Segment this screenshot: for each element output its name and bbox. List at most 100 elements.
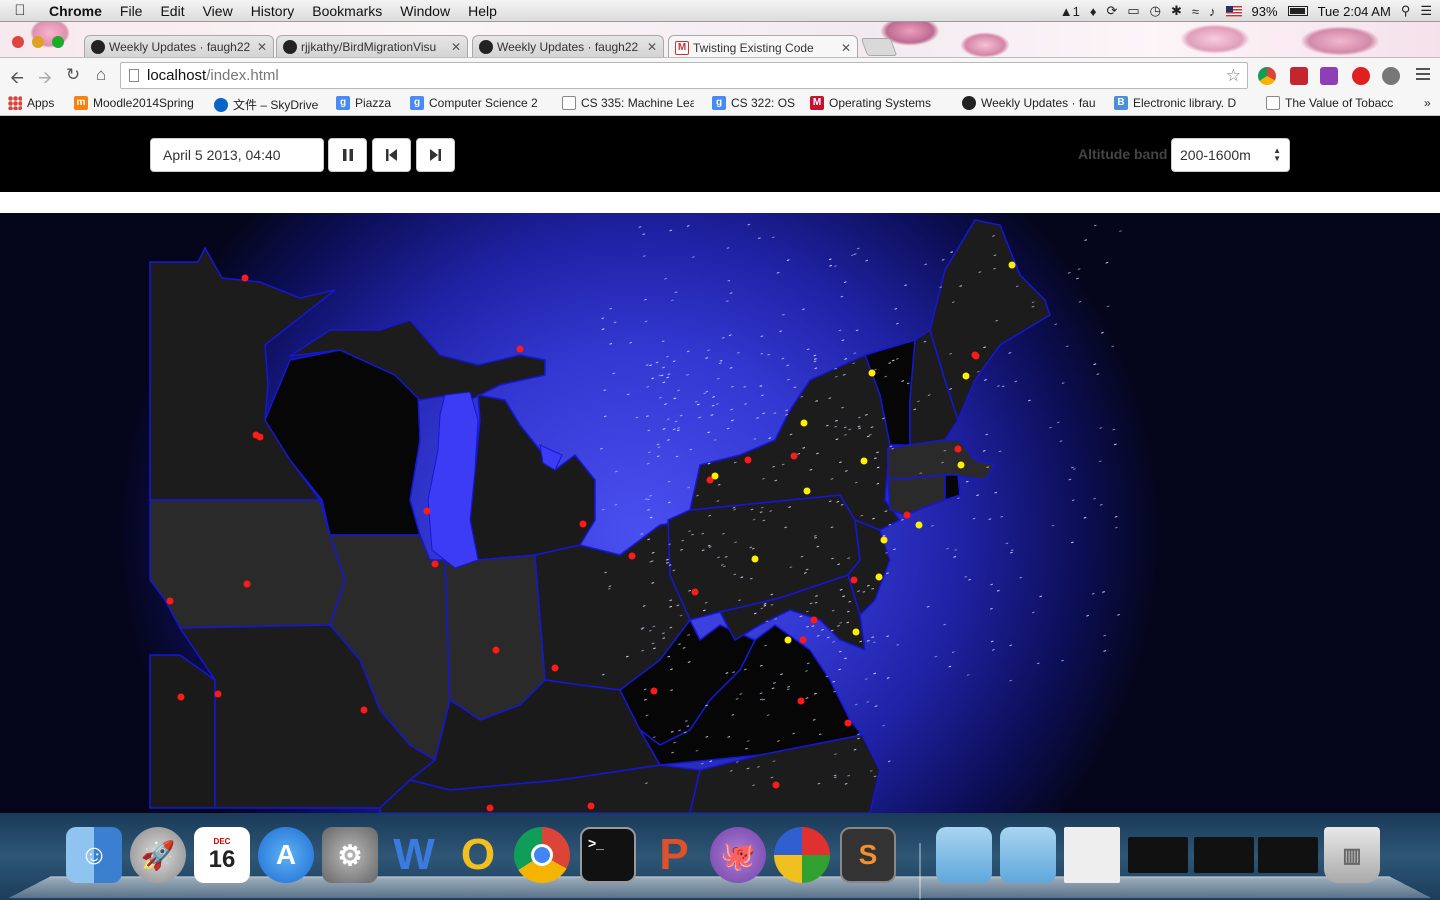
address-bar[interactable]: localhost/index.html ☆ (120, 62, 1248, 89)
radar-site-marker[interactable] (744, 456, 752, 464)
radar-site-marker[interactable] (850, 576, 858, 584)
radar-site-marker[interactable] (587, 802, 595, 810)
volume-icon[interactable]: ♪ (1209, 4, 1216, 19)
minimize-window-button[interactable] (32, 36, 44, 48)
bookmark-weekly-updates[interactable]: Weekly Updates · fau (962, 96, 1100, 110)
bookmark-cs322[interactable]: g CS 322: OS (712, 96, 798, 110)
menu-edit[interactable]: Edit (151, 3, 193, 19)
close-tab-icon[interactable]: ✕ (647, 40, 657, 54)
menu-app-name[interactable]: Chrome (40, 3, 111, 19)
radar-site-marker[interactable] (214, 690, 222, 698)
chrome-menu-icon[interactable] (1416, 68, 1430, 83)
notification-bell-icon[interactable]: ♦ (1090, 4, 1097, 19)
menu-history[interactable]: History (242, 3, 304, 19)
outlook-icon[interactable]: O (450, 827, 506, 883)
extension-lastpass-icon[interactable] (1290, 67, 1308, 85)
finder-icon[interactable]: ☺ (66, 827, 122, 883)
radar-site-marker[interactable] (579, 520, 587, 528)
terminal-icon[interactable]: >_ (580, 827, 636, 883)
menu-help[interactable]: Help (459, 3, 506, 19)
state-maine[interactable] (929, 219, 1051, 423)
notification-center-icon[interactable]: ☰ (1420, 3, 1432, 19)
sublime-text-icon[interactable]: S (840, 827, 896, 883)
radar-site-marker[interactable] (492, 646, 500, 654)
chrome-icon[interactable] (514, 827, 570, 883)
battery-icon[interactable] (1287, 6, 1308, 16)
bookmarks-overflow-icon[interactable]: » (1424, 96, 1438, 110)
radar-site-marker[interactable] (799, 636, 807, 644)
powerpoint-icon[interactable]: P (646, 827, 702, 883)
back-arrow-icon[interactable]: 🡨 (7, 65, 27, 94)
radar-site-marker[interactable] (551, 664, 559, 672)
radar-site-marker[interactable] (243, 580, 251, 588)
bookmark-value-of-tobacco[interactable]: The Value of Tobacc (1266, 96, 1406, 110)
home-icon[interactable]: ⌂ (91, 65, 111, 85)
word-icon[interactable]: W (386, 827, 442, 883)
step-forward-button[interactable] (416, 138, 455, 172)
menu-bookmarks[interactable]: Bookmarks (303, 3, 391, 19)
state-massachusetts[interactable] (887, 439, 997, 481)
state-connecticut[interactable] (887, 474, 946, 516)
radar-site-marker-active[interactable] (957, 461, 965, 469)
radar-site-marker[interactable] (903, 511, 911, 519)
launchpad-icon[interactable]: 🚀 (130, 827, 186, 883)
radar-site-marker[interactable] (516, 345, 524, 353)
radar-site-marker[interactable] (650, 687, 658, 695)
minimized-window-icon[interactable] (1194, 837, 1254, 873)
crossover-icon[interactable] (774, 827, 830, 883)
state-michigan-lower[interactable] (469, 394, 596, 561)
radar-site-marker-active[interactable] (962, 372, 970, 380)
us-states-map[interactable] (0, 213, 1440, 813)
radar-site-marker-active[interactable] (880, 536, 888, 544)
state-iowa[interactable] (149, 499, 346, 629)
radar-site-marker[interactable] (790, 452, 798, 460)
radar-site-marker[interactable] (166, 597, 174, 605)
bookmark-computer-science[interactable]: g Computer Science 2 (410, 96, 544, 110)
battery-percent[interactable]: 93% (1252, 4, 1278, 19)
radar-site-marker-active[interactable] (868, 369, 876, 377)
radar-site-marker[interactable] (241, 274, 249, 282)
radar-site-marker-active[interactable] (784, 636, 792, 644)
minimized-window-icon[interactable] (1064, 827, 1120, 883)
radar-site-marker[interactable] (844, 719, 852, 727)
radar-site-marker[interactable] (691, 588, 699, 596)
minimized-window-icon[interactable] (1128, 837, 1188, 873)
extension-opera-icon[interactable] (1352, 67, 1370, 85)
extension-chrome-icon[interactable] (1258, 67, 1276, 85)
tab-weekly-updates-2[interactable]: Weekly Updates · faugh22 ✕ (472, 35, 664, 57)
radar-site-marker[interactable] (177, 693, 185, 701)
folder-icon[interactable] (936, 827, 992, 883)
radar-site-marker-active[interactable] (803, 487, 811, 495)
spotlight-search-icon[interactable]: ⚲ (1401, 3, 1411, 19)
state-kansas[interactable] (149, 654, 216, 809)
bookmark-operating-systems[interactable]: M Operating Systems (810, 96, 948, 110)
migration-map[interactable] (0, 213, 1440, 813)
reload-icon[interactable]: ↻ (63, 65, 83, 85)
bookmark-cs335[interactable]: CS 335: Machine Lea (562, 96, 694, 110)
menu-file[interactable]: File (111, 3, 152, 19)
radar-site-marker-active[interactable] (800, 419, 808, 427)
new-tab-button[interactable] (860, 38, 898, 56)
radar-site-marker-active[interactable] (915, 521, 923, 529)
radar-site-marker[interactable] (972, 352, 980, 360)
radar-site-marker-active[interactable] (751, 555, 759, 563)
menu-window[interactable]: Window (391, 3, 459, 19)
radar-site-marker[interactable] (797, 697, 805, 705)
wifi-icon[interactable]: ≈ (1192, 4, 1199, 19)
apple-menu-icon[interactable]:  (0, 2, 40, 19)
radar-site-marker-active[interactable] (860, 457, 868, 465)
bluetooth-icon[interactable]: ✱ (1171, 3, 1182, 19)
trash-icon[interactable]: ▥ (1324, 827, 1380, 883)
radar-site-marker[interactable] (431, 560, 439, 568)
app-store-icon[interactable]: A (258, 827, 314, 883)
documents-stack-icon[interactable] (1000, 827, 1056, 883)
state-rhode-island[interactable] (944, 474, 961, 502)
close-tab-icon[interactable]: ✕ (451, 40, 461, 54)
close-window-button[interactable] (12, 36, 24, 48)
bookmark-electronic-library[interactable]: B Electronic library. D (1114, 96, 1252, 110)
adobe-icon[interactable]: ▲1 (1060, 4, 1080, 19)
minimized-window-icon[interactable] (1258, 837, 1318, 873)
radar-site-marker[interactable] (256, 433, 264, 441)
extension-reel-icon[interactable] (1382, 67, 1400, 85)
bookmark-moodle[interactable]: m Moodle2014Spring (74, 96, 204, 110)
